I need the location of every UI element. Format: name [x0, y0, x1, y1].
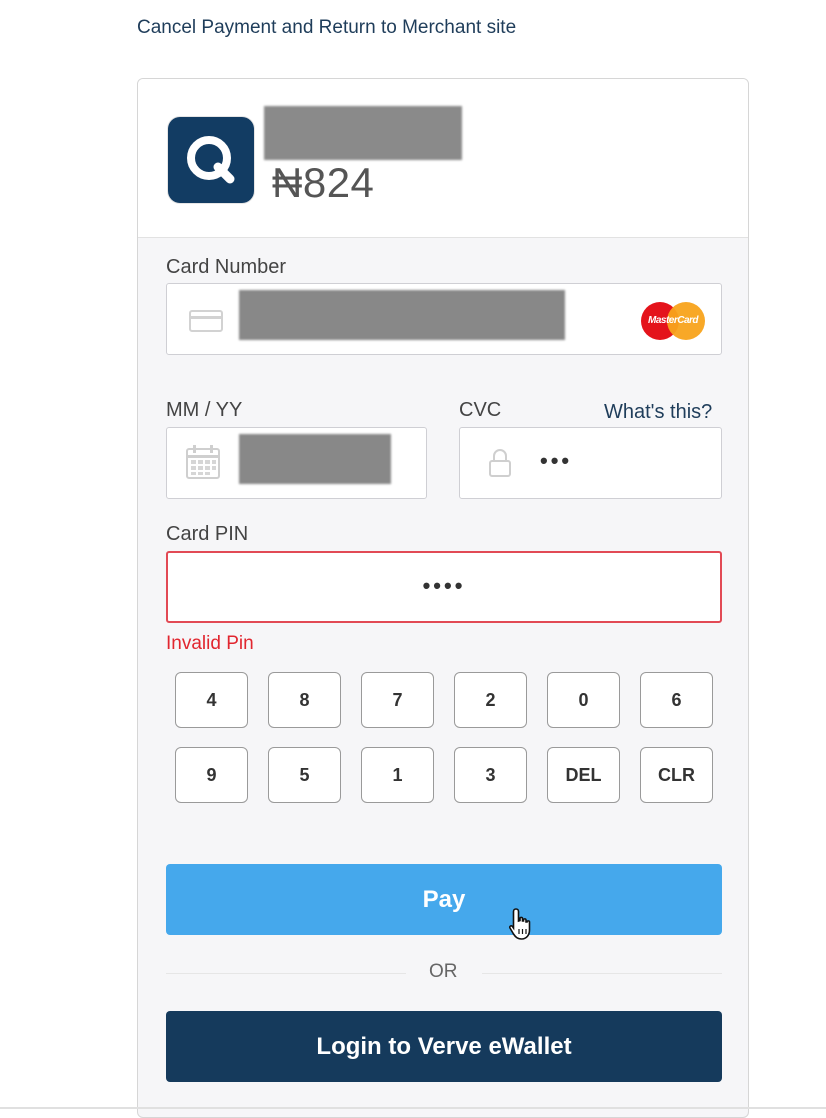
merchant-name-redacted [264, 106, 462, 160]
q-logo-icon [168, 117, 254, 203]
card-number-redacted [239, 290, 565, 340]
card-number-input[interactable]: MasterCard [166, 283, 722, 355]
pin-error-message: Invalid Pin [166, 633, 254, 654]
page-bottom-divider [0, 1107, 826, 1109]
or-divider-right [482, 973, 722, 974]
keypad-delete-key[interactable]: DEL [547, 747, 620, 803]
expiry-input[interactable] [166, 427, 427, 499]
verve-ewallet-login-button[interactable]: Login to Verve eWallet [166, 1011, 722, 1082]
credit-card-icon [189, 310, 223, 332]
payment-amount: ₦824 [272, 159, 375, 206]
keypad-key[interactable]: 0 [547, 672, 620, 728]
pin-masked-value: •••• [422, 573, 466, 598]
cvc-input[interactable]: ••• [459, 427, 722, 499]
keypad-key[interactable]: 4 [175, 672, 248, 728]
card-pin-label: Card PIN [166, 523, 249, 545]
hand-cursor-icon [508, 908, 531, 940]
cancel-payment-link[interactable]: Cancel Payment and Return to Merchant si… [137, 17, 516, 39]
keypad-key[interactable]: 7 [361, 672, 434, 728]
cvc-label: CVC [459, 399, 502, 421]
cvc-masked-value: ••• [540, 448, 573, 473]
whats-this-link[interactable]: What's this? [604, 401, 712, 424]
keypad-key[interactable]: 1 [361, 747, 434, 803]
keypad-key[interactable]: 8 [268, 672, 341, 728]
calendar-icon [186, 445, 220, 479]
keypad-key[interactable]: 3 [454, 747, 527, 803]
keypad-key[interactable]: 9 [175, 747, 248, 803]
keypad-key[interactable]: 6 [640, 672, 713, 728]
keypad-key[interactable]: 2 [454, 672, 527, 728]
card-pin-input[interactable]: •••• [166, 551, 722, 623]
merchant-header: ₦824 [138, 79, 748, 238]
card-number-label: Card Number [166, 256, 287, 278]
mastercard-icon: MasterCard [641, 302, 705, 340]
lock-icon [489, 449, 511, 477]
keypad-key[interactable]: 5 [268, 747, 341, 803]
payment-card: ₦824 Card Number MasterCard MM / YY CVC … [137, 78, 749, 1118]
keypad-clear-key[interactable]: CLR [640, 747, 713, 803]
expiry-redacted [239, 434, 391, 484]
expiry-label: MM / YY [166, 399, 243, 421]
or-divider-left [166, 973, 406, 974]
pay-button[interactable]: Pay [166, 864, 722, 935]
or-separator-text: OR [429, 961, 458, 982]
